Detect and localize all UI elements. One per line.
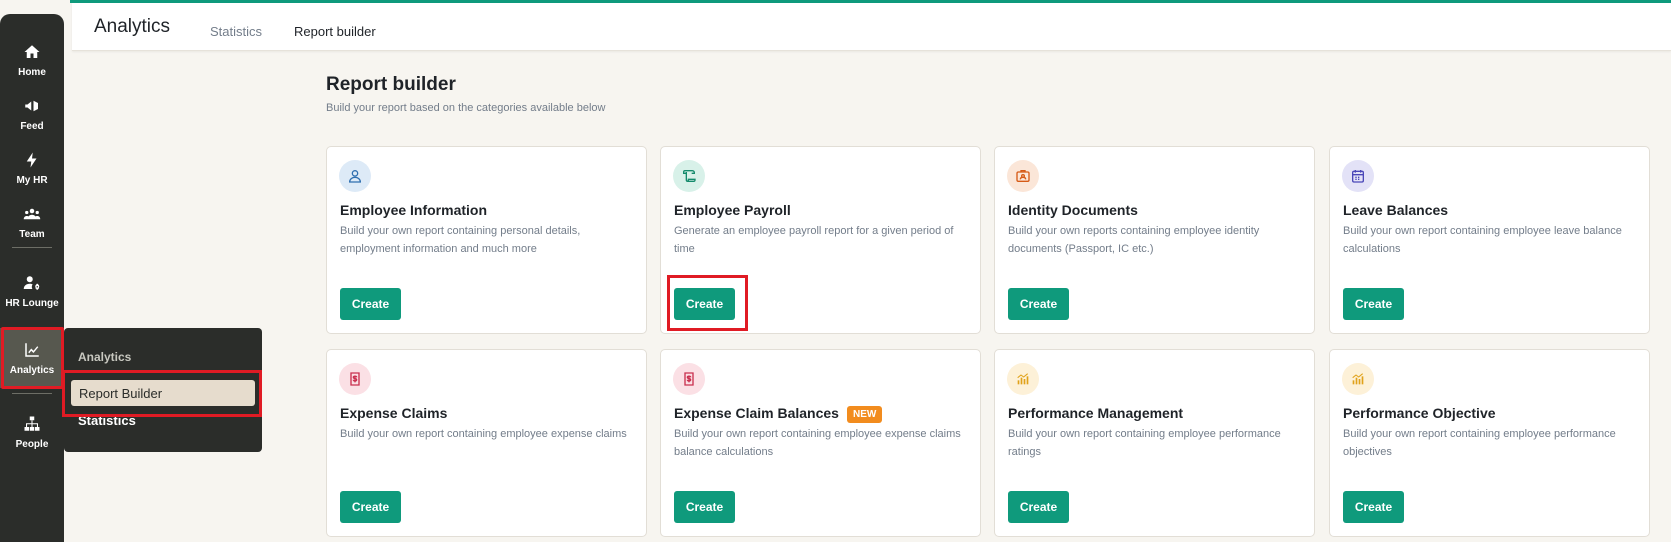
card-description: Build your own report containing employe…: [1343, 225, 1622, 255]
create-button[interactable]: Create: [674, 288, 735, 320]
card-icon: [339, 363, 371, 395]
analytics-flyout-menu: Analytics Report Builder Statistics: [64, 328, 262, 452]
create-button[interactable]: Create: [1343, 288, 1404, 320]
create-button[interactable]: Create: [340, 288, 401, 320]
tab-report-builder[interactable]: Report builder: [294, 24, 376, 39]
sidebar-item-people[interactable]: People: [0, 405, 64, 459]
user-gear-icon: [23, 275, 40, 290]
card-description: Build your own report containing employe…: [340, 428, 627, 440]
create-button[interactable]: Create: [1008, 491, 1069, 523]
card-title: Expense Claim Balances NEW: [674, 405, 883, 423]
sidebar-divider: [12, 247, 52, 248]
card-performance-management: Performance Management Build your own re…: [994, 349, 1315, 537]
card-icon: [673, 363, 705, 395]
receipt-icon: [684, 372, 694, 386]
card-employee-information: Employee Information Build your own repo…: [326, 146, 647, 334]
card-description: Build your own report containing employe…: [1008, 428, 1281, 458]
card-icon: [1342, 363, 1374, 395]
create-button[interactable]: Create: [1343, 491, 1404, 523]
card-identity-documents: Identity Documents Build your own report…: [994, 146, 1315, 334]
create-button[interactable]: Create: [1008, 288, 1069, 320]
id-card-icon: [1016, 170, 1030, 182]
card-title: Performance Management: [1008, 405, 1184, 421]
card-description: Build your own reports containing employ…: [1008, 225, 1260, 255]
card-employee-payroll: Employee Payroll Generate an employee pa…: [660, 146, 981, 334]
card-icon: [1007, 160, 1039, 192]
bolt-icon: [26, 152, 37, 167]
sidebar-item-my-hr[interactable]: My HR: [0, 141, 64, 195]
card-icon: [1007, 363, 1039, 395]
sidebar-item-label: People: [15, 438, 49, 450]
new-badge: NEW: [846, 406, 883, 423]
flyout-title: Analytics: [78, 350, 132, 364]
card-title: Expense Claims: [340, 405, 448, 421]
sidebar-item-label: My HR: [16, 174, 48, 186]
card-description: Build your own report containing persona…: [340, 225, 581, 255]
card-title: Performance Objective: [1343, 405, 1496, 421]
page-title: Report builder: [326, 74, 456, 95]
card-icon: [1342, 160, 1374, 192]
card-expense-claim-balances: Expense Claim Balances NEW Build your own…: [660, 349, 981, 537]
card-title: Leave Balances: [1343, 202, 1449, 218]
card-description: Generate an employee payroll report for …: [674, 225, 954, 255]
team-icon: [23, 208, 41, 219]
sidebar-item-label: Feed: [20, 120, 44, 132]
sidebar-item-label: Team: [19, 228, 45, 240]
receipt-icon: [350, 372, 360, 386]
user-icon: [348, 170, 362, 183]
sidebar-item-hr-lounge[interactable]: HR Lounge: [0, 264, 64, 318]
create-button[interactable]: Create: [340, 491, 401, 523]
top-bar: Analytics Statistics Report builder: [72, 3, 1671, 51]
section-title: Analytics: [94, 16, 171, 37]
card-icon: [339, 160, 371, 192]
card-title: Employee Information: [340, 202, 488, 218]
flyout-item-statistics[interactable]: Statistics: [78, 413, 136, 428]
sidebar-item-home[interactable]: Home: [0, 33, 64, 87]
sidebar-item-team[interactable]: Team: [0, 195, 64, 249]
bar-chart-icon: [1352, 373, 1364, 385]
card-description: Build your own report containing employe…: [674, 428, 961, 458]
page-subtitle: Build your report based on the categorie…: [326, 102, 606, 114]
sidebar-item-label: Analytics: [9, 364, 55, 376]
sidebar-item-label: Home: [18, 66, 46, 78]
card-title: Employee Payroll: [674, 202, 791, 218]
card-title: Identity Documents: [1008, 202, 1138, 218]
calendar-icon: [1352, 170, 1364, 183]
sidebar-item-analytics[interactable]: Analytics: [0, 328, 64, 388]
create-button[interactable]: Create: [674, 491, 735, 523]
card-title-text: Expense Claim Balances: [674, 405, 839, 421]
card-description: Build your own report containing employe…: [1343, 428, 1616, 458]
scroll-icon: [683, 170, 696, 182]
tab-statistics[interactable]: Statistics: [210, 24, 262, 39]
sidebar-item-label: HR Lounge: [5, 297, 59, 309]
sidebar-item-feed[interactable]: Feed: [0, 87, 64, 141]
bar-chart-icon: [1017, 373, 1029, 385]
card-icon: [673, 160, 705, 192]
card-expense-claims: Expense Claims Build your own report con…: [326, 349, 647, 537]
megaphone-icon: [25, 100, 38, 111]
card-leave-balances: Leave Balances Build your own report con…: [1329, 146, 1650, 334]
card-performance-objective: Performance Objective Build your own rep…: [1329, 349, 1650, 537]
home-icon: [24, 44, 40, 58]
org-chart-icon: [24, 416, 40, 431]
sidebar: Home Feed My HR Team HR Lounge Analytics…: [0, 14, 64, 542]
sidebar-divider: [12, 393, 52, 394]
flyout-item-report-builder[interactable]: Report Builder: [71, 380, 255, 406]
chart-icon: [25, 342, 39, 357]
